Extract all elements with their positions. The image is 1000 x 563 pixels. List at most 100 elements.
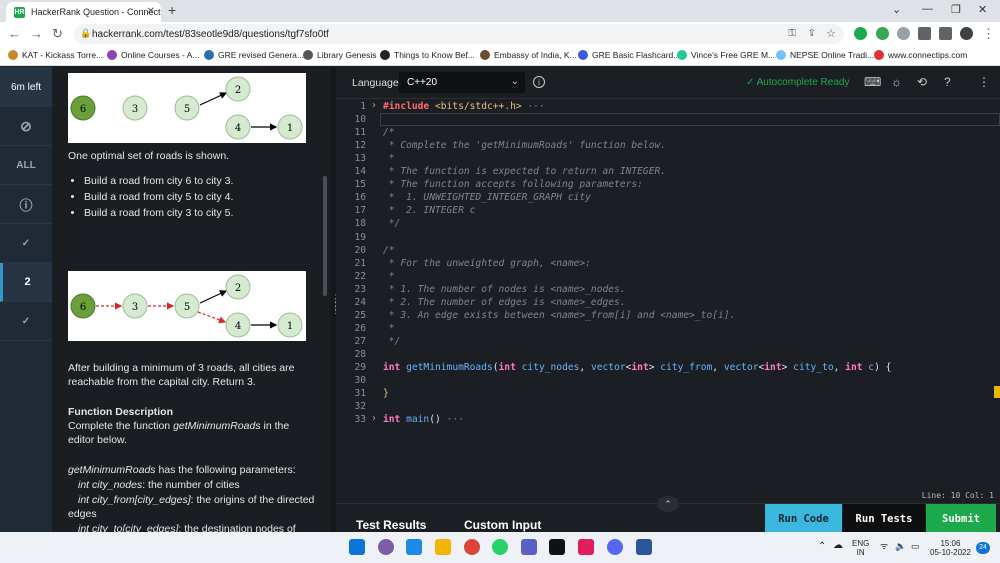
language-indicator[interactable]: ENG IN (852, 539, 869, 557)
shield-extension-icon[interactable] (876, 27, 889, 40)
code-line[interactable]: * (383, 153, 395, 164)
node-3-label: 3 (132, 104, 138, 115)
run-code-button[interactable]: Run Code (765, 504, 842, 533)
code-line[interactable]: * (383, 323, 395, 334)
problem-scrollbar[interactable] (323, 176, 327, 296)
code-line[interactable]: * 1. UNWEIGHTED_INTEGER_GRAPH city (383, 192, 591, 203)
bookmark-item[interactable]: NEPSE Online Tradi... (776, 50, 874, 60)
minimize-icon[interactable]: — (922, 3, 933, 15)
tray-chevron-up-icon[interactable]: ⌃ (818, 542, 826, 552)
code-line[interactable]: int getMinimumRoads(int city_nodes, vect… (383, 362, 891, 373)
code-line[interactable]: /* (383, 127, 395, 138)
code-line[interactable]: * 3. An edge exists between <name>_from[… (383, 310, 736, 321)
fold-chevron-icon[interactable]: › (371, 100, 377, 111)
code-line[interactable]: } (383, 388, 389, 399)
close-window-icon[interactable]: ✕ (978, 3, 987, 16)
code-line[interactable]: /* (383, 245, 395, 256)
code-line[interactable]: * Complete the 'getMinimumRoads' functio… (383, 140, 666, 151)
forward-icon[interactable]: → (30, 26, 43, 41)
notification-badge[interactable]: 24 (976, 542, 990, 554)
vpn-extension-icon[interactable] (897, 27, 910, 40)
volume-icon[interactable]: 🔈 (895, 542, 906, 551)
key-icon[interactable]: ⚿ (788, 28, 796, 39)
bookmark-item[interactable]: Embassy of India, K... (480, 50, 577, 60)
code-line[interactable]: * 1. The number of nodes is <name>_nodes… (383, 284, 626, 295)
code-line[interactable]: * The function accepts following paramet… (383, 179, 643, 190)
browser-menu-icon[interactable]: ⋮ (982, 26, 995, 42)
fold-chevron-icon[interactable]: › (371, 413, 377, 424)
question-1-check-icon[interactable]: ✓ (0, 224, 52, 263)
code-token: , (833, 362, 846, 373)
viber-icon[interactable] (378, 539, 394, 555)
help-icon[interactable]: ? (944, 75, 951, 89)
restore-icon[interactable]: ❐ (951, 3, 961, 16)
bookmark-item[interactable]: GRE Basic Flashcard... (578, 50, 680, 60)
code-line[interactable]: int main() ··· (383, 414, 464, 425)
question-3-check-icon[interactable]: ✓ (0, 302, 52, 341)
question-2[interactable]: 2 (0, 263, 52, 302)
wifi-icon[interactable]: ᯤ (880, 542, 888, 551)
bookmark-item[interactable]: Library Genesis (303, 50, 377, 60)
chrome-icon[interactable] (464, 539, 480, 555)
bookmark-item[interactable]: www.connectips.com (874, 50, 967, 60)
profile-avatar[interactable] (960, 27, 973, 40)
clock[interactable]: 15:06 05-10-2022 (930, 539, 971, 557)
bookmark-item[interactable]: Vince's Free GRE M... (677, 50, 775, 60)
theme-sun-icon[interactable]: ☼ (891, 75, 902, 89)
discord-icon[interactable] (607, 539, 623, 555)
nav-all[interactable]: ALL (0, 146, 52, 185)
grammarly-extension-icon[interactable] (854, 27, 867, 40)
share-icon[interactable]: ⇪ (808, 28, 816, 39)
bookmark-favicon-icon (677, 50, 687, 60)
url-input[interactable]: 🔒 hackerrank.com/test/83seotle9d8/questi… (74, 24, 844, 44)
tab-test-results[interactable]: Test Results (356, 518, 426, 532)
teams-icon[interactable] (521, 539, 537, 555)
compass-icon[interactable]: ⊘ (0, 107, 52, 146)
browser-tab[interactable]: HR HackerRank Question - Connect ✕ (6, 2, 161, 22)
new-tab-icon[interactable]: + (168, 2, 176, 18)
battery-icon[interactable]: ▭ (911, 542, 920, 551)
code-line[interactable]: * 2. The number of edges is <name>_edges… (383, 297, 626, 308)
bookmark-item[interactable]: Online Courses - A... (107, 50, 199, 60)
windows-start-icon[interactable] (349, 539, 365, 555)
autocomplete-status[interactable]: ✓ Autocomplete Ready (746, 77, 849, 88)
vscode-icon[interactable] (406, 539, 422, 555)
code-line[interactable]: */ (383, 336, 401, 347)
slack-icon[interactable] (578, 539, 594, 555)
code-line[interactable]: #include <bits/stdc++.h> ··· (383, 101, 545, 112)
bookmark-item[interactable]: GRE revised Genera... (204, 50, 304, 60)
keyboard-icon[interactable]: ⌨ (864, 75, 881, 89)
reload-icon[interactable]: ↻ (52, 26, 63, 42)
sidepanel-icon[interactable] (939, 27, 952, 40)
file-explorer-icon[interactable] (435, 539, 451, 555)
history-icon[interactable]: ⟲ (917, 75, 927, 89)
terminal-icon[interactable] (549, 539, 565, 555)
code-line[interactable]: * The function is expected to return an … (383, 166, 666, 177)
close-tab-icon[interactable]: ✕ (147, 6, 155, 17)
run-tests-button[interactable]: Run Tests (843, 504, 925, 533)
vpn-app-icon[interactable] (636, 539, 652, 555)
line-number: 19 (354, 231, 366, 243)
code-token: > (781, 362, 794, 373)
tab-custom-input[interactable]: Custom Input (464, 518, 541, 532)
extensions-puzzle-icon[interactable] (918, 27, 931, 40)
more-options-icon[interactable]: ⋮ (978, 75, 990, 89)
cloud-icon[interactable]: ☁ (833, 541, 843, 551)
code-line[interactable]: * 2. INTEGER c (383, 205, 476, 216)
code-line[interactable]: */ (383, 218, 401, 229)
star-icon[interactable]: ☆ (826, 27, 836, 40)
language-select[interactable]: C++20 ⌄ (399, 72, 525, 93)
bookmark-item[interactable]: Things to Know Bef... (380, 50, 475, 60)
code-line[interactable]: * For the unweighted graph, <name>: (383, 258, 591, 269)
expand-console-icon[interactable]: ⌃ (657, 496, 679, 512)
info-icon[interactable]: i (533, 76, 545, 88)
bookmark-item[interactable]: KAT - Kickass Torre... (8, 50, 103, 60)
code-area[interactable]: 1 › #include <bits/stdc++.h> ··· 10 11 /* 12 *… (336, 99, 1000, 489)
info-icon[interactable]: ⓘ (0, 185, 52, 224)
params-intro: getMinimumRoads has the following parame… (68, 464, 296, 476)
submit-button[interactable]: Submit (926, 504, 996, 533)
whatsapp-icon[interactable] (492, 539, 508, 555)
code-line[interactable]: * (383, 271, 395, 282)
tab-search-icon[interactable]: ⌄ (892, 3, 901, 16)
back-icon[interactable]: ← (8, 26, 21, 41)
